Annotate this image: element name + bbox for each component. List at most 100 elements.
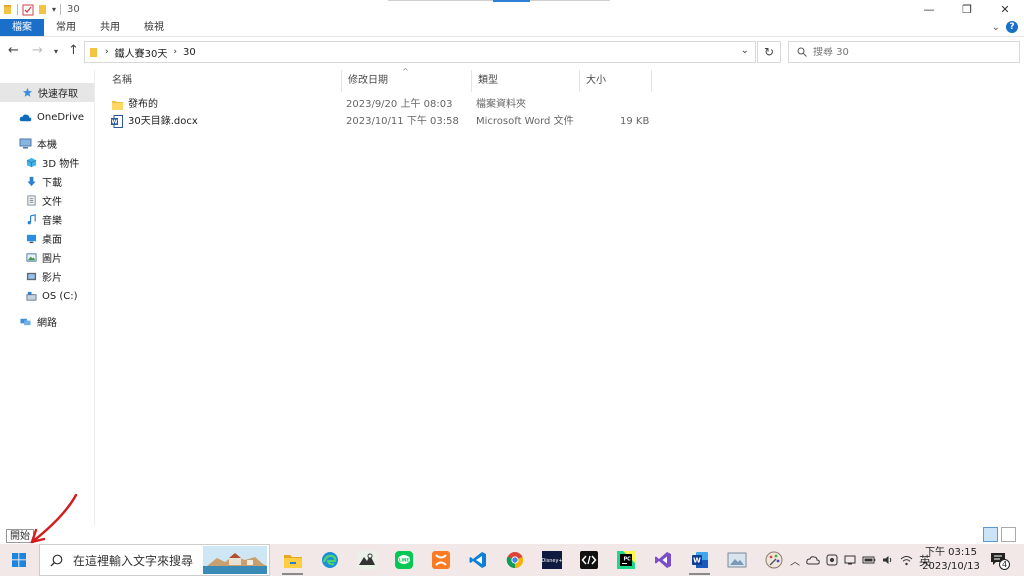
taskbar-app-line[interactable]: LINE [385, 544, 422, 576]
taskbar-app-dev-tool[interactable] [570, 544, 607, 576]
taskbar-search-placeholder: 在這裡輸入文字來搜尋 [73, 553, 194, 568]
nav-item-downloads[interactable]: 下載 [0, 172, 94, 191]
taskbar-app-xampp[interactable] [422, 544, 459, 576]
show-hidden-icons-icon[interactable]: ︿ [790, 553, 800, 568]
column-header-size[interactable]: 大小 [580, 70, 652, 92]
volume-icon[interactable] [882, 554, 894, 566]
breadcrumb-separator-icon[interactable]: › [173, 47, 177, 57]
nav-item-3d-objects[interactable]: 3D 物件 [0, 153, 94, 172]
edge-icon [321, 552, 338, 568]
taskbar-app-vscode[interactable] [459, 544, 496, 576]
svg-text:W: W [693, 557, 701, 565]
forward-arrow-icon[interactable]: → [32, 43, 43, 58]
quick-access-toolbar: ▾ [0, 4, 62, 16]
file-row[interactable]: W 30天目錄.docx 2023/10/11 下午 03:58 Microso… [106, 113, 746, 130]
active-indicator [689, 573, 710, 575]
notification-center-button[interactable]: 4 [988, 550, 1012, 570]
view-switcher [983, 527, 1016, 542]
column-header-type[interactable]: 類型 [472, 70, 580, 92]
breadcrumb-item[interactable]: 鐵人賽30天 [115, 45, 168, 60]
pycharm-icon: PC [616, 551, 635, 569]
properties-icon[interactable] [22, 4, 34, 16]
minimize-icon[interactable]: — [910, 0, 948, 19]
display-tray-icon[interactable] [844, 554, 856, 566]
taskbar-app-file-explorer[interactable] [274, 544, 311, 576]
xampp-icon [431, 551, 450, 569]
document-icon [27, 195, 36, 206]
nav-item-onedrive[interactable]: OneDrive [0, 108, 94, 127]
expand-ribbon-icon[interactable]: ⌄ [992, 22, 1000, 33]
nav-label: 影片 [42, 273, 62, 284]
column-header-date[interactable]: 修改日期 [342, 70, 472, 92]
clock-date: 2023/10/13 [922, 561, 980, 572]
nav-item-pictures[interactable]: 圖片 [0, 248, 94, 267]
start-button[interactable] [0, 544, 38, 576]
file-row[interactable]: 發布的 2023/9/20 上午 08:03 檔案資料夾 [106, 96, 746, 113]
tab-view[interactable]: 檢視 [132, 19, 176, 36]
folder-icon [4, 5, 11, 14]
breadcrumb-item[interactable]: 30 [183, 47, 196, 58]
search-box[interactable] [788, 41, 1020, 63]
nav-item-network[interactable]: 網路 [0, 312, 94, 331]
file-size: 19 KB [620, 116, 650, 127]
taskbar: 在這裡輸入文字來搜尋 LINE Disney+ PC W ︿ 英 下午 03:1… [0, 544, 1024, 576]
tab-home[interactable]: 常用 [44, 19, 88, 36]
column-header-name[interactable]: 名稱 [106, 70, 342, 92]
taskbar-app-photos[interactable] [718, 544, 755, 576]
nav-item-videos[interactable]: 影片 [0, 267, 94, 286]
taskbar-app-game[interactable] [348, 544, 385, 576]
refresh-button[interactable]: ↻ [757, 41, 781, 63]
taskbar-clock[interactable]: 下午 03:15 2023/10/13 [922, 546, 980, 574]
network-icon [20, 318, 31, 326]
taskbar-app-pycharm[interactable]: PC [607, 544, 644, 576]
address-bar[interactable]: › 鐵人賽30天 › 30 ⌄ [84, 41, 756, 63]
picture-icon [26, 253, 37, 262]
taskbar-app-edge[interactable] [311, 544, 348, 576]
taskbar-app-word[interactable]: W [681, 544, 718, 576]
battery-icon[interactable] [862, 555, 876, 565]
taskbar-apps: LINE Disney+ PC W [274, 544, 792, 576]
file-type: 檔案資料夾 [476, 99, 526, 110]
paint-icon [765, 551, 782, 569]
back-arrow-icon[interactable]: ← [8, 43, 19, 58]
breadcrumb-separator-icon[interactable]: › [105, 47, 109, 57]
nav-item-music[interactable]: 音樂 [0, 210, 94, 229]
recent-locations-icon[interactable]: ▾ [54, 47, 58, 56]
code-tool-icon [579, 551, 598, 569]
nav-item-os-drive[interactable]: OS (C:) [0, 287, 94, 306]
close-icon[interactable]: ✕ [986, 0, 1024, 19]
customize-toolbar-icon[interactable]: ▾ [52, 5, 56, 14]
address-dropdown-icon[interactable]: ⌄ [741, 45, 749, 56]
help-icon[interactable]: ? [1006, 21, 1018, 33]
tab-file[interactable]: 檔案 [0, 19, 44, 36]
taskbar-search[interactable]: 在這裡輸入文字來搜尋 [39, 544, 270, 576]
taskbar-app-chrome[interactable] [496, 544, 533, 576]
nav-item-desktop[interactable]: 桌面 [0, 229, 94, 248]
search-input[interactable] [813, 46, 1013, 58]
up-arrow-icon[interactable]: ↑ [68, 43, 79, 58]
nav-item-this-pc[interactable]: 本機 [0, 134, 94, 153]
drive-icon [26, 291, 37, 301]
nav-item-quick-access[interactable]: 快速存取 [0, 83, 94, 102]
taskbar-app-paint[interactable] [755, 544, 792, 576]
onedrive-tray-icon[interactable] [806, 555, 820, 565]
new-folder-icon[interactable] [38, 4, 48, 15]
details-view-icon[interactable] [983, 527, 998, 542]
security-tray-icon[interactable] [826, 554, 838, 566]
window-title: 30 [67, 4, 80, 15]
taskbar-app-visual-studio[interactable] [644, 544, 681, 576]
nav-label: 圖片 [42, 254, 62, 265]
taskbar-app-disney[interactable]: Disney+ [533, 544, 570, 576]
svg-text:Disney+: Disney+ [542, 558, 562, 564]
nav-item-documents[interactable]: 文件 [0, 191, 94, 210]
large-icons-view-icon[interactable] [1001, 527, 1016, 542]
word-icon: W [691, 552, 708, 568]
wifi-icon[interactable] [900, 555, 913, 566]
file-name: 30天目錄.docx [128, 116, 198, 127]
word-doc-icon: W [111, 115, 123, 134]
tab-share[interactable]: 共用 [88, 19, 132, 36]
restore-icon[interactable]: ❐ [948, 0, 986, 19]
file-explorer-icon [283, 554, 302, 568]
video-icon [26, 272, 37, 281]
nav-label: 本機 [37, 140, 57, 151]
